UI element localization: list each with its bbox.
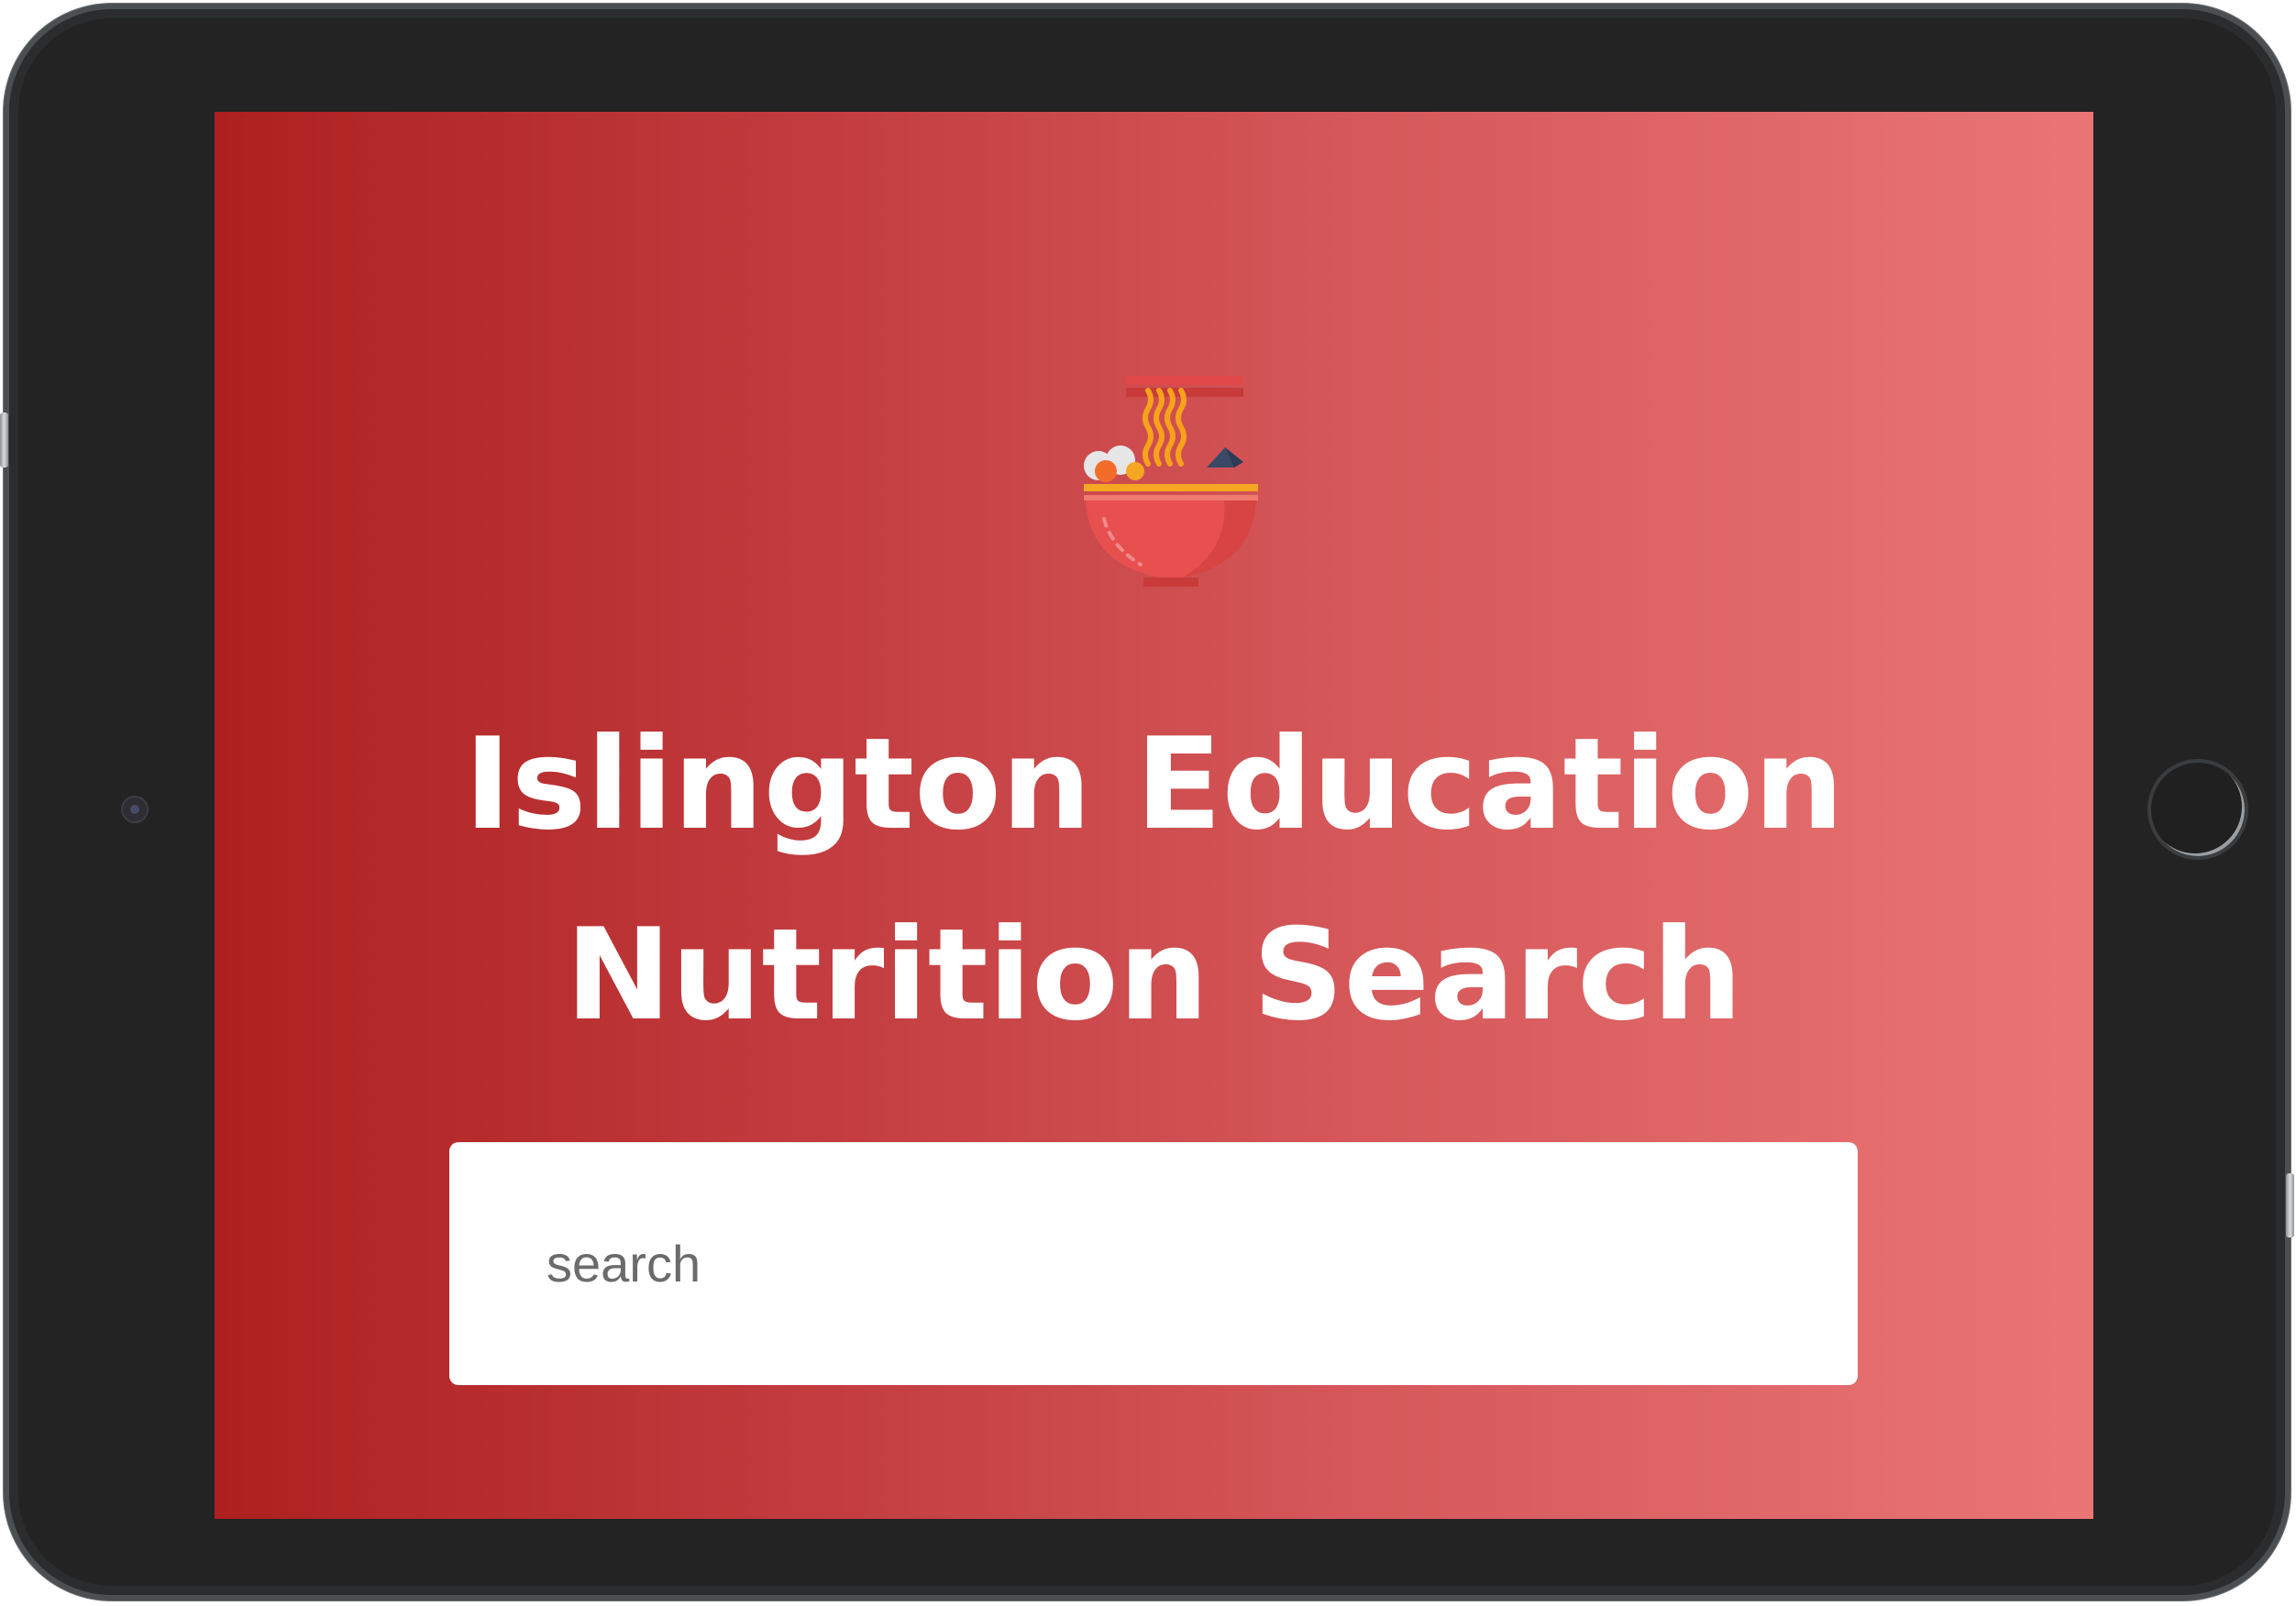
page-title-line-2: Nutrition Search: [565, 901, 1743, 1049]
page-title: Islington Education Nutrition Search: [215, 689, 2093, 1071]
app-screen: Islington Education Nutrition Search: [215, 112, 2093, 1519]
power-button: [2286, 1173, 2294, 1238]
home-button-icon[interactable]: [2147, 759, 2248, 860]
noodle-bowl-icon: [1084, 376, 1258, 587]
front-camera-icon: [121, 796, 149, 823]
search-input[interactable]: [545, 1141, 1858, 1386]
search-box[interactable]: [449, 1141, 1858, 1386]
volume-button: [0, 412, 8, 468]
tablet-frame: Islington Education Nutrition Search: [0, 4, 2294, 1600]
page-title-line-1: Islington Education: [464, 710, 1844, 858]
